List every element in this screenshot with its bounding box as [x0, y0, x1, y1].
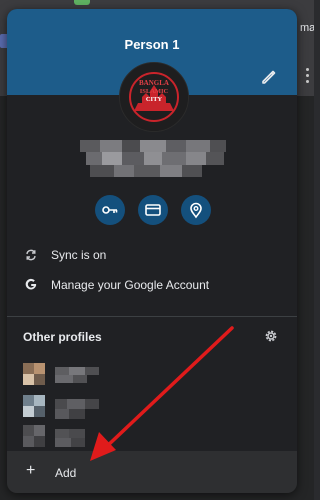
other-profiles-heading: Other profiles: [23, 330, 102, 344]
key-icon: [102, 206, 118, 214]
credit-card-icon: [145, 204, 161, 216]
other-profile-name-blurred: [55, 429, 85, 447]
sync-status-row[interactable]: Sync is on: [7, 241, 297, 269]
avatar-logo-text-1: BANGLA: [139, 79, 169, 87]
sync-status-label: Sync is on: [51, 248, 107, 262]
other-profile-name-blurred: [55, 399, 99, 419]
addresses-button[interactable]: [181, 195, 211, 225]
add-profile-button[interactable]: + Add: [7, 451, 297, 493]
profile-avatar[interactable]: BANGLA ISLAMIC CITY: [119, 62, 189, 132]
other-profile-name-blurred: [55, 367, 99, 383]
payment-methods-button[interactable]: [138, 195, 168, 225]
profile-name: Person 1: [124, 37, 180, 52]
section-divider: [7, 316, 297, 317]
other-profile-item[interactable]: [7, 421, 297, 449]
manage-google-account-row[interactable]: Manage your Google Account: [7, 271, 297, 299]
bookmark-label-partial[interactable]: mar: [300, 22, 314, 34]
profile-menu-popup: Person 1 BANGLA ISLAMIC CITY Sync is on …: [7, 9, 297, 493]
passwords-button[interactable]: [95, 195, 125, 225]
extension-badge[interactable]: [74, 0, 90, 5]
other-profile-item[interactable]: [7, 359, 297, 387]
manage-profiles-gear-icon[interactable]: [263, 328, 279, 344]
add-profile-label: Add: [55, 466, 77, 480]
other-profile-avatar: [23, 395, 45, 417]
other-profile-avatar: [23, 425, 45, 447]
blurred-account-email: [80, 140, 226, 178]
avatar-logo-text-2: ISLAMIC: [140, 88, 169, 95]
sync-icon: [23, 247, 39, 263]
quick-actions-row: [95, 195, 211, 225]
location-pin-icon: [190, 202, 202, 219]
manage-account-label: Manage your Google Account: [51, 278, 210, 292]
google-g-icon: [23, 277, 39, 293]
other-profile-avatar: [23, 363, 45, 385]
plus-icon: +: [26, 462, 36, 479]
edit-profile-pencil-icon[interactable]: [259, 67, 279, 87]
avatar-logo-text-3: CITY: [146, 96, 163, 103]
browser-menu-kebab-icon[interactable]: [306, 68, 310, 86]
other-profile-item[interactable]: [7, 391, 297, 419]
